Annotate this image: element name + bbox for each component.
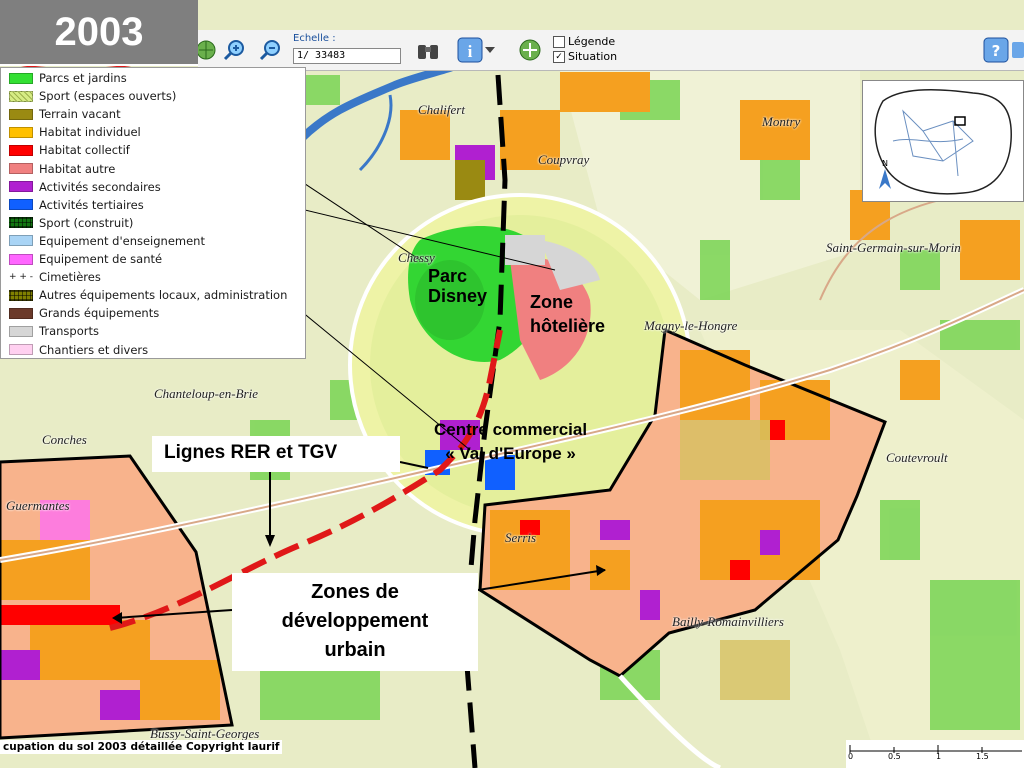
place-chanteloup: Chanteloup-en-Brie bbox=[154, 386, 258, 401]
place-serris: Serris bbox=[505, 530, 537, 545]
scale-label: Echelle : bbox=[293, 33, 336, 44]
legend-swatch bbox=[9, 344, 33, 355]
legend-item: Equipement de santé bbox=[9, 251, 162, 267]
legend-item-label: Equipement de santé bbox=[39, 252, 163, 266]
annotation-lignes-rer-tgv: Lignes RER et TGV bbox=[164, 442, 338, 463]
binoculars-icon[interactable] bbox=[414, 36, 442, 64]
legend-swatch bbox=[9, 325, 33, 337]
scale-input[interactable]: 1/ 33483 bbox=[293, 48, 401, 64]
legend-swatch bbox=[9, 289, 33, 301]
legend-item-label: Parcs et jardins bbox=[39, 71, 127, 85]
place-coutevroult: Coutevroult bbox=[886, 450, 948, 465]
legend-swatch bbox=[9, 307, 33, 319]
legend-item: Activités secondaires bbox=[9, 179, 161, 195]
legend-swatch bbox=[9, 126, 33, 138]
annotation-zones-developpement: Zones de développement urbain bbox=[281, 581, 429, 661]
legend-item-label: Equipement d'enseignement bbox=[39, 233, 205, 248]
situation-toggle-label: Situation bbox=[568, 50, 618, 63]
legend-item: Autres équipements locaux, administratio… bbox=[9, 287, 287, 303]
scale-tick-0: 0 bbox=[848, 752, 854, 761]
legend-item: Habitat autre bbox=[9, 161, 115, 177]
zoom-in-icon[interactable] bbox=[220, 36, 248, 64]
legend-item-label: Transports bbox=[39, 324, 99, 339]
help-icon[interactable]: ? bbox=[982, 36, 1010, 64]
legend-swatch bbox=[9, 90, 33, 102]
svg-text:?: ? bbox=[992, 42, 1001, 60]
place-montry: Montry bbox=[762, 114, 801, 129]
place-chessy: Chessy bbox=[398, 250, 435, 265]
legend-item: Chantiers et divers bbox=[9, 342, 148, 358]
place-saint-germain: Saint-Germain-sur-Morin bbox=[826, 240, 961, 255]
legend-swatch bbox=[9, 181, 33, 193]
place-chalifert: Chalifert bbox=[418, 102, 465, 117]
legend-item-label: Habitat autre bbox=[39, 161, 116, 176]
legend-item: Equipement d'enseignement bbox=[9, 233, 205, 249]
print-icon[interactable] bbox=[1012, 36, 1024, 64]
legend-item-label: Cimetières bbox=[39, 270, 101, 285]
copyright-notice: cupation du sol 2003 détaillée Copyright… bbox=[0, 740, 283, 754]
legend-swatch bbox=[9, 217, 33, 229]
map-toolbar: Echelle : 1/ 33483 i Légende ✓ Situation… bbox=[196, 30, 1024, 71]
legend-item: Sport (espaces ouverts) bbox=[9, 88, 176, 104]
legend-swatch: + + - bbox=[9, 271, 34, 283]
legend-item-label: Sport (construit) bbox=[39, 215, 134, 230]
legend-item: Habitat individuel bbox=[9, 124, 141, 140]
legend-item-label: Grands équipements bbox=[39, 306, 160, 321]
legend-item-label: Activités secondaires bbox=[39, 179, 161, 194]
legend-item: Habitat collectif bbox=[9, 142, 130, 158]
legend-item: Terrain vacant bbox=[9, 106, 121, 122]
legend-item-label: Terrain vacant bbox=[39, 107, 121, 122]
legend-item: Sport (construit) bbox=[9, 215, 133, 231]
svg-text:i: i bbox=[468, 42, 473, 61]
legend-swatch bbox=[9, 253, 33, 265]
legend-item-label: Chantiers et divers bbox=[39, 342, 149, 357]
legend-swatch bbox=[9, 235, 33, 247]
legend-swatch bbox=[9, 72, 33, 84]
legend-item-label: Habitat collectif bbox=[39, 143, 130, 158]
legend-item: Transports bbox=[9, 323, 99, 339]
legend-item-label: Activités tertiaires bbox=[39, 197, 144, 212]
place-guermantes: Guermantes bbox=[6, 498, 70, 513]
map-legend: Parcs et jardins Sport (espaces ouverts) T… bbox=[0, 67, 306, 359]
info-icon[interactable]: i bbox=[456, 36, 484, 64]
legend-swatch bbox=[9, 163, 33, 174]
place-bailly: Bailly-Romainvilliers bbox=[672, 614, 784, 629]
situation-toggle[interactable]: ✓ Situation bbox=[553, 50, 617, 63]
legend-toggle-label: Légende bbox=[568, 35, 616, 48]
zoom-out-icon[interactable] bbox=[256, 36, 284, 64]
legend-swatch bbox=[9, 108, 33, 120]
legend-checkbox[interactable] bbox=[553, 35, 565, 48]
place-coupvray: Coupvray bbox=[538, 152, 590, 167]
legend-item: Grands équipements bbox=[9, 305, 159, 321]
scale-tick-0-5: 0.5 bbox=[888, 752, 901, 761]
legend-swatch bbox=[9, 199, 33, 211]
annotation-centre-commercial: Centre commercial « Val d'Europe » bbox=[434, 420, 588, 463]
place-magny: Magny-le-Hongre bbox=[644, 318, 738, 333]
legend-item-label: Habitat individuel bbox=[39, 125, 141, 140]
year-badge: 2003 bbox=[0, 0, 198, 66]
scale-bar: 0 0.5 1 1.5 bbox=[846, 740, 1024, 768]
legend-toggle[interactable]: Légende bbox=[553, 35, 615, 48]
scale-tick-1-5: 1.5 bbox=[976, 752, 989, 761]
situation-minimap: N bbox=[862, 80, 1024, 202]
place-conches: Conches bbox=[42, 432, 87, 447]
dropdown-icon[interactable] bbox=[482, 36, 498, 64]
situation-checkbox[interactable]: ✓ bbox=[553, 50, 565, 63]
annotation-parc-disney: Parc Disney bbox=[428, 266, 488, 306]
pan-icon[interactable] bbox=[516, 36, 544, 64]
legend-swatch bbox=[9, 144, 33, 156]
legend-item: Parcs et jardins bbox=[9, 70, 127, 86]
scale-tick-1: 1 bbox=[936, 752, 942, 761]
legend-item-label: Autres équipements locaux, administratio… bbox=[39, 288, 288, 303]
legend-item: + + - Cimetières bbox=[9, 269, 101, 285]
annotation-zone-hoteliere: Zone hôtelière bbox=[530, 292, 606, 336]
legend-item-label: Sport (espaces ouverts) bbox=[39, 89, 177, 104]
legend-item: Activités tertiaires bbox=[9, 197, 144, 213]
north-indicator: N bbox=[882, 159, 888, 168]
